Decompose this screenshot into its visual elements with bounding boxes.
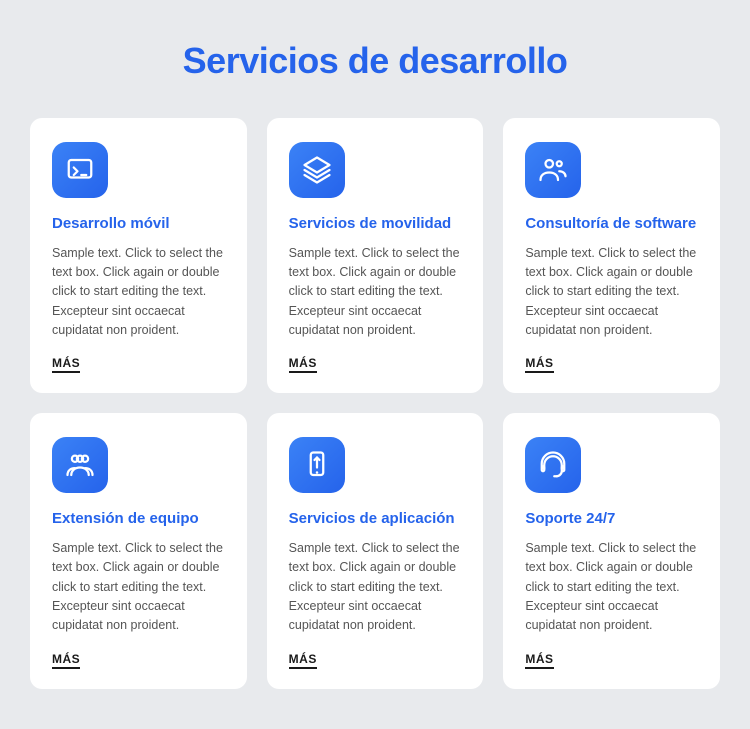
mobile-dev-icon-wrapper: [52, 142, 108, 198]
mobility-icon-wrapper: [289, 142, 345, 198]
card-support-title: Soporte 24/7: [525, 509, 615, 529]
card-app: Servicios de aplicación Sample text. Cli…: [267, 413, 484, 688]
services-grid: Desarrollo móvil Sample text. Click to s…: [30, 118, 720, 689]
mobility-icon: [302, 155, 332, 185]
app-icon: [302, 450, 332, 480]
card-consulting-body: Sample text. Click to select the text bo…: [525, 244, 698, 341]
card-support: Soporte 24/7 Sample text. Click to selec…: [503, 413, 720, 688]
card-consulting-link[interactable]: MÁS: [525, 356, 553, 373]
card-mobility: Servicios de movilidad Sample text. Clic…: [267, 118, 484, 393]
card-support-link[interactable]: MÁS: [525, 652, 553, 669]
card-team: Extensión de equipo Sample text. Click t…: [30, 413, 247, 688]
card-mobile-dev-title: Desarrollo móvil: [52, 214, 170, 234]
card-team-title: Extensión de equipo: [52, 509, 199, 529]
team-icon-wrapper: [52, 437, 108, 493]
card-team-link[interactable]: MÁS: [52, 652, 80, 669]
consulting-icon: [538, 155, 568, 185]
card-app-title: Servicios de aplicación: [289, 509, 455, 529]
card-mobility-link[interactable]: MÁS: [289, 356, 317, 373]
app-icon-wrapper: [289, 437, 345, 493]
card-app-link[interactable]: MÁS: [289, 652, 317, 669]
card-mobility-body: Sample text. Click to select the text bo…: [289, 244, 462, 341]
card-team-body: Sample text. Click to select the text bo…: [52, 539, 225, 636]
card-mobile-dev: Desarrollo móvil Sample text. Click to s…: [30, 118, 247, 393]
support-icon: [538, 450, 568, 480]
card-mobile-dev-body: Sample text. Click to select the text bo…: [52, 244, 225, 341]
team-icon: [65, 450, 95, 480]
mobile-dev-icon: [65, 155, 95, 185]
card-consulting: Consultoría de software Sample text. Cli…: [503, 118, 720, 393]
card-consulting-title: Consultoría de software: [525, 214, 696, 234]
card-mobile-dev-link[interactable]: MÁS: [52, 356, 80, 373]
card-support-body: Sample text. Click to select the text bo…: [525, 539, 698, 636]
card-mobility-title: Servicios de movilidad: [289, 214, 452, 234]
support-icon-wrapper: [525, 437, 581, 493]
page-title: Servicios de desarrollo: [183, 40, 568, 82]
card-app-body: Sample text. Click to select the text bo…: [289, 539, 462, 636]
consulting-icon-wrapper: [525, 142, 581, 198]
